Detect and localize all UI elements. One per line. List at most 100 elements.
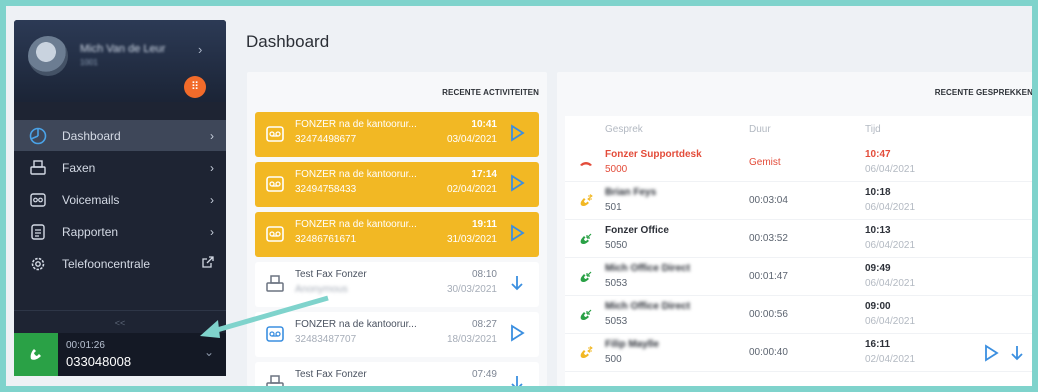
play-icon[interactable] bbox=[983, 344, 999, 362]
sidebar-item-voicemails[interactable]: Voicemails › bbox=[14, 184, 226, 215]
play-icon[interactable] bbox=[509, 224, 527, 244]
activity-title: FONZER na de kantoorur... bbox=[295, 119, 417, 130]
call-contact-name: Filip Maylle bbox=[605, 339, 659, 350]
list-item[interactable]: FONZER na de kantoorur... 32494758433 17:1… bbox=[255, 162, 539, 207]
list-item[interactable]: FONZER na de kantoorur... 32483487707 08:2… bbox=[255, 312, 539, 357]
voicemail-icon bbox=[265, 124, 285, 144]
activity-number: 32474498677 bbox=[295, 134, 357, 145]
gear-icon bbox=[28, 254, 48, 274]
printer-icon bbox=[265, 374, 285, 386]
dialpad-icon[interactable]: ⠿ bbox=[184, 76, 206, 98]
profile-card[interactable]: Mich Van de Leur 1001 › ⠿ bbox=[14, 20, 226, 102]
call-time: 09:49 bbox=[865, 263, 891, 274]
recent-calls-panel: RECENTE GESPREKKEN Gesprek Duur Tijd Fon… bbox=[557, 72, 1032, 386]
table-row[interactable]: Fonzer Supportdesk 5000 Gemist 10:47 06/04/2… bbox=[565, 144, 1032, 182]
sidebar-item-faxen[interactable]: Faxen › bbox=[14, 152, 226, 183]
chevron-down-icon[interactable]: ⌄ bbox=[204, 345, 214, 359]
dashboard-icon bbox=[28, 126, 48, 146]
activity-title: FONZER na de kantoorur... bbox=[295, 219, 417, 230]
incoming-call-icon bbox=[579, 270, 593, 284]
activity-date: 03/04/2021 bbox=[446, 134, 497, 145]
divider bbox=[14, 310, 226, 311]
activity-title: FONZER na de kantoorur... bbox=[295, 319, 417, 330]
collapse-sidebar-button[interactable]: << bbox=[14, 318, 226, 328]
download-icon[interactable] bbox=[509, 374, 527, 386]
printer-icon bbox=[28, 158, 48, 178]
panel-title: RECENTE GESPREKKEN bbox=[934, 87, 1032, 97]
call-extension: 500 bbox=[605, 354, 622, 365]
incoming-call-icon bbox=[579, 232, 593, 246]
activity-list: FONZER na de kantoorur... 32474498677 10:4… bbox=[247, 112, 547, 386]
sidebar-item-dashboard[interactable]: Dashboard › bbox=[14, 120, 226, 151]
call-duration: 00:01:47 bbox=[749, 271, 788, 282]
activity-time: 19:11 bbox=[471, 219, 497, 230]
table-header: Gesprek Duur Tijd bbox=[565, 124, 1032, 144]
activity-date: 18/03/2021 bbox=[446, 334, 497, 345]
avatar[interactable] bbox=[28, 36, 68, 76]
chevron-right-icon: › bbox=[210, 192, 214, 207]
call-duration: 00:00:40 bbox=[749, 347, 788, 358]
list-item[interactable]: FONZER na de kantoorur... 32486761671 19:1… bbox=[255, 212, 539, 257]
call-extension: 5053 bbox=[605, 278, 628, 289]
call-date: 06/04/2021 bbox=[865, 164, 916, 175]
recent-activities-panel: RECENTE ACTIVITEITEN FONZER na de kantoo… bbox=[247, 72, 547, 386]
list-item[interactable]: Test Fax Fonzer 07:49 bbox=[255, 362, 539, 386]
column-header-duur: Duur bbox=[749, 124, 771, 135]
call-date: 06/04/2021 bbox=[865, 316, 916, 327]
row-actions bbox=[975, 344, 1032, 362]
call-duration: 00:03:04 bbox=[749, 195, 788, 206]
list-item[interactable]: FONZER na de kantoorur... 32474498677 10:4… bbox=[255, 112, 539, 157]
activity-time: 10:41 bbox=[471, 119, 497, 130]
call-date: 06/04/2021 bbox=[865, 278, 916, 289]
play-icon[interactable] bbox=[509, 324, 527, 344]
activity-title: Test Fax Fonzer bbox=[295, 369, 367, 380]
phone-icon[interactable] bbox=[14, 333, 58, 376]
call-contact-name: Fonzer Office bbox=[605, 225, 669, 236]
call-extension: 501 bbox=[605, 202, 622, 213]
panel-title: RECENTE ACTIVITEITEN bbox=[442, 87, 539, 97]
play-icon[interactable] bbox=[509, 124, 527, 144]
call-date: 06/04/2021 bbox=[865, 202, 916, 213]
call-date: 02/04/2021 bbox=[865, 354, 916, 365]
transfer-call-icon bbox=[579, 194, 593, 208]
call-duration: 00:01:26 bbox=[66, 340, 105, 351]
activity-date: 31/03/2021 bbox=[446, 234, 497, 245]
download-icon[interactable] bbox=[509, 274, 527, 294]
sidebar-nav: Dashboard › Faxen › Voicemails › Rapport… bbox=[14, 120, 226, 280]
active-call-bar[interactable]: 00:01:26 033048008 ⌄ bbox=[14, 333, 226, 376]
call-time: 09:00 bbox=[865, 301, 891, 312]
voicemail-icon bbox=[28, 190, 48, 210]
call-number: 033048008 bbox=[66, 354, 132, 369]
table-row[interactable]: Fonzer Office 5050 00:03:52 10:13 06/04/2021 bbox=[565, 220, 1032, 258]
table-row[interactable]: Filip Maylle 500 00:00:40 16:11 02/04/2021 bbox=[565, 334, 1032, 372]
sidebar: Mich Van de Leur 1001 › ⠿ Dashboard › Fa… bbox=[14, 20, 226, 376]
call-extension: 5050 bbox=[605, 240, 628, 251]
activity-date: 30/03/2021 bbox=[446, 284, 497, 295]
missed-call-icon bbox=[579, 156, 593, 170]
sidebar-item-rapporten[interactable]: Rapporten › bbox=[14, 216, 226, 247]
activity-number: Anonymous bbox=[295, 284, 348, 295]
chevron-right-icon: › bbox=[210, 128, 214, 143]
column-header-tijd: Tijd bbox=[865, 124, 881, 135]
sidebar-item-telefooncentrale[interactable]: Telefooncentrale bbox=[14, 248, 226, 279]
activity-title: Test Fax Fonzer bbox=[295, 269, 367, 280]
sidebar-item-label: Voicemails bbox=[62, 192, 120, 207]
download-icon[interactable] bbox=[1009, 344, 1025, 362]
table-row[interactable]: Mich Office Direct 5053 00:01:47 09:49 06/04… bbox=[565, 258, 1032, 296]
call-duration: 00:00:56 bbox=[749, 309, 788, 320]
voicemail-icon bbox=[265, 324, 285, 344]
call-date: 06/04/2021 bbox=[865, 240, 916, 251]
sidebar-item-label: Rapporten bbox=[62, 224, 119, 239]
voicemail-icon bbox=[265, 224, 285, 244]
play-icon[interactable] bbox=[509, 174, 527, 194]
call-extension: 5000 bbox=[605, 164, 628, 175]
list-item[interactable]: Test Fax Fonzer Anonymous 08:10 30/03/2021 bbox=[255, 262, 539, 307]
table-row[interactable]: Brian Feys 501 00:03:04 10:18 06/04/2021 bbox=[565, 182, 1032, 220]
chevron-right-icon: › bbox=[210, 224, 214, 239]
sidebar-item-label: Faxen bbox=[62, 160, 96, 175]
call-time: 16:11 bbox=[865, 339, 891, 350]
table-row[interactable]: Mich Office Direct 5053 00:00:56 09:00 06/04… bbox=[565, 296, 1032, 334]
call-time: 10:47 bbox=[865, 149, 891, 160]
call-time: 10:18 bbox=[865, 187, 891, 198]
chevron-right-icon[interactable]: › bbox=[198, 42, 202, 57]
